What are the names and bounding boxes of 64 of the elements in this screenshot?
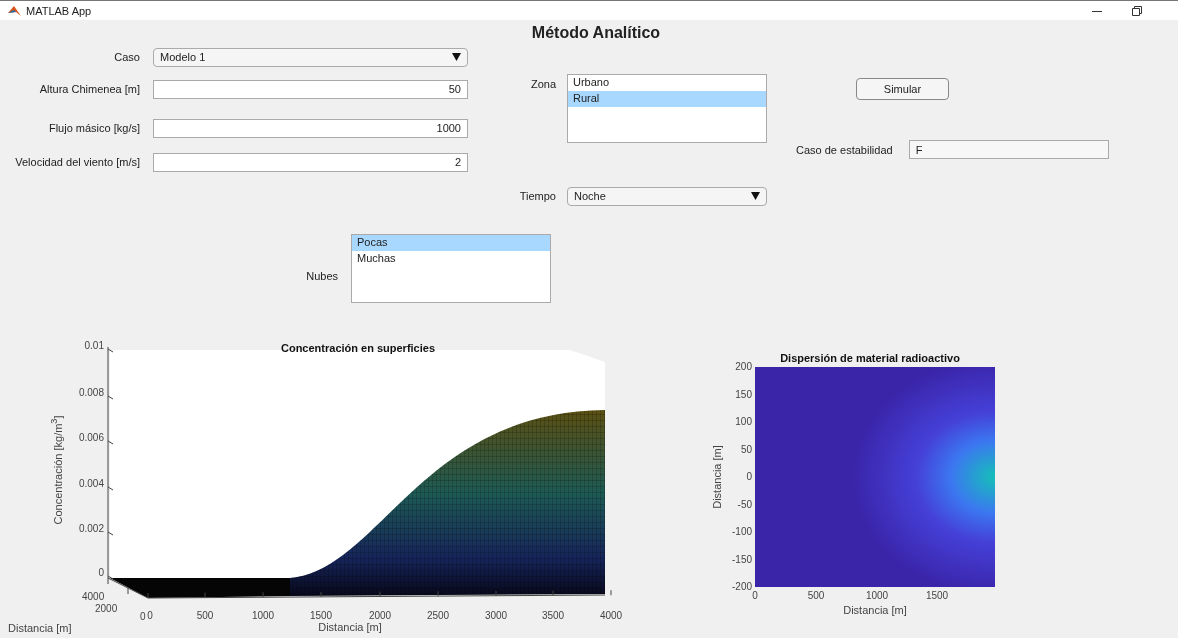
field-label: Altura Chimenea [m]: [38, 83, 140, 95]
field-label: Flujo másico [kg/s]: [47, 122, 140, 134]
list-item[interactable]: Rural: [568, 91, 766, 107]
tick-label: 0.004: [78, 479, 104, 489]
field-label: Nubes: [305, 270, 338, 282]
tick-label: 0: [746, 472, 752, 482]
tick-label: -100: [732, 527, 752, 537]
tick-label: 500: [196, 611, 214, 621]
chart-title: Dispersión de material radioactivo: [780, 352, 960, 364]
tick-label: 2000: [95, 604, 118, 614]
tick-label: 0: [140, 612, 146, 622]
tick-label: 0.008: [78, 388, 104, 398]
tick-label: 0.006: [78, 433, 104, 443]
list-item[interactable]: Muchas: [352, 251, 550, 267]
tick-label: -50: [737, 499, 752, 510]
tick-label: 4000: [599, 611, 623, 621]
field-label: Velocidad del viento [m/s]: [14, 156, 140, 168]
chart-title: Concentración en superficies: [281, 342, 435, 354]
numeric-field[interactable]: 1000: [153, 118, 468, 138]
field-label: Tiempo: [518, 190, 557, 202]
tick-label: 0.01: [84, 341, 104, 351]
text-field[interactable]: F: [908, 140, 1109, 159]
simulate-button[interactable]: Simular: [856, 78, 949, 100]
tick-label: 2000: [368, 611, 392, 621]
list-box[interactable]: Urbano Rural: [567, 74, 767, 143]
tick-label: 1500: [925, 591, 949, 601]
dropdown[interactable]: Modelo 1: [153, 47, 468, 67]
tick-label: 100: [735, 417, 752, 427]
app-icon: [8, 4, 21, 17]
tick-label: 4000: [82, 592, 105, 602]
axis-label: Distancia [m]: [8, 623, 72, 634]
tick-label: 200: [735, 362, 752, 372]
tick-label: 3500: [541, 611, 565, 621]
list-item[interactable]: Urbano: [568, 75, 766, 91]
tick-label: 1000: [865, 591, 889, 601]
caret-icon: [751, 192, 760, 200]
tick-label: -200: [732, 582, 752, 592]
tick-label: 0: [752, 591, 758, 601]
tick-label: 2500: [426, 611, 450, 621]
tick-label: 0: [147, 611, 153, 621]
tick-label: -150: [732, 554, 752, 565]
axis-label: Distancia [m]: [843, 605, 907, 616]
tick-label: 1000: [251, 611, 275, 621]
tick-label: 0: [98, 568, 104, 578]
field-label: Zona: [529, 78, 557, 90]
field-label: Caso de estabilidad: [796, 143, 893, 156]
list-box[interactable]: Pocas Muchas: [351, 234, 551, 303]
window-title: MATLAB App: [26, 4, 93, 17]
axis-label: Distancia [m]: [318, 622, 382, 633]
caret-icon: [452, 53, 461, 61]
field-label: Caso: [113, 51, 140, 63]
dropdown[interactable]: Noche: [567, 186, 767, 206]
tick-label: 1500: [309, 611, 333, 621]
tick-label: 150: [735, 389, 752, 400]
list-item[interactable]: Pocas: [352, 235, 550, 251]
numeric-field[interactable]: 2: [153, 152, 468, 172]
axis-label: Distancia [m]: [711, 445, 723, 509]
page-heading: Método Analítico: [530, 24, 662, 42]
tick-label: 50: [740, 444, 752, 455]
tick-label: 500: [807, 591, 825, 601]
tick-label: 0.002: [78, 524, 104, 534]
tick-label: 3000: [484, 611, 508, 621]
numeric-field[interactable]: 50: [153, 79, 468, 99]
restore-icon[interactable]: [1132, 5, 1142, 16]
